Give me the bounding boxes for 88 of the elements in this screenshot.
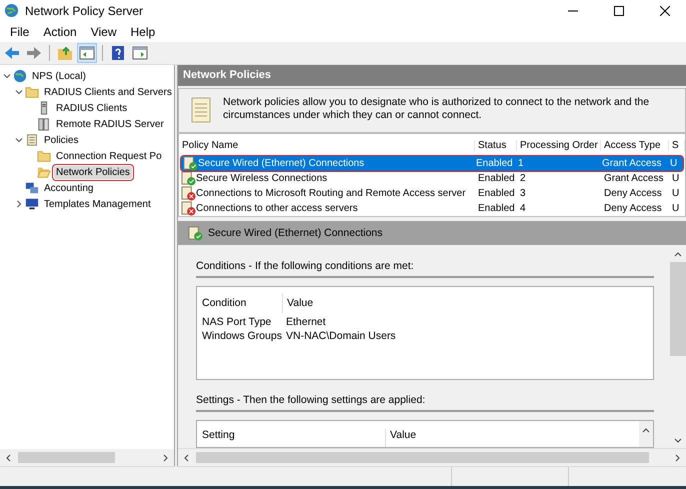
policy-row[interactable]: Secure Wired (Ethernet) Connections Enabled 1 Grant Access U [181, 156, 683, 171]
table-cell-text: Grant Access [601, 158, 662, 169]
table-cell-text: U [671, 173, 680, 184]
servers-icon [37, 117, 51, 131]
tree-item[interactable]: Accounting [42, 182, 96, 194]
policy-row[interactable]: Connections to other access servers Enabled 4 Deny Access U [179, 201, 685, 216]
policy-allowed-icon [183, 156, 198, 171]
column-header[interactable]: Status [475, 140, 517, 151]
section-heading: Settings - Then the following settings are applied: [196, 388, 654, 412]
section-heading: Conditions - If the following conditions are met: [196, 254, 654, 278]
table-cell-text: U [671, 203, 680, 214]
tree-item[interactable]: RADIUS Clients and Servers [42, 86, 174, 98]
maximize-icon[interactable] [614, 6, 624, 16]
table-cell-text: 2 [519, 173, 527, 184]
scroll-up-icon[interactable] [642, 427, 650, 435]
table-cell: Connections to Microsoft Routing and Remote Access server [196, 188, 466, 199]
pane-description: Network policies allow you to designate who is authorized to connect to the network and the circumstances under which they can or cannot connect. [223, 96, 650, 122]
tree-item[interactable]: NPS (Local) [30, 70, 88, 82]
policy-row[interactable]: Connections to Microsoft Routing and Remote Access server Enabled 3 Deny Access U [179, 186, 685, 201]
table-cell-text: 4 [519, 203, 527, 214]
panel-icon[interactable] [131, 44, 149, 62]
table-cell-text: Grant Access [603, 173, 664, 184]
table-cell-text: U [669, 158, 678, 169]
table-cell-text: 3 [519, 188, 527, 199]
policy-allowed-icon [181, 171, 196, 186]
chevron-icon[interactable] [15, 136, 23, 144]
table-cell-text: Enabled [475, 158, 514, 169]
scrollbar-thumb[interactable] [18, 452, 115, 463]
back-arrow-icon[interactable] [3, 44, 21, 62]
menu-item[interactable]: Help [124, 24, 162, 38]
table-cell-text: Deny Access [603, 188, 663, 199]
scroll-icon [189, 96, 213, 124]
tree-item[interactable]: RADIUS Clients [54, 102, 130, 114]
globe-icon [13, 69, 27, 83]
table-cell-text: 1 [517, 158, 525, 169]
folder-icon [25, 85, 39, 99]
table-cell: Secure Wireless Connections [196, 173, 328, 184]
column-header[interactable]: S [669, 140, 685, 151]
computers-icon [25, 181, 39, 195]
policy-row[interactable]: Secure Wireless Connections Enabled 2 Grant Access U [179, 171, 685, 186]
folder-icon [37, 149, 51, 163]
globe-icon [4, 3, 19, 18]
table-cell: Secure Wired (Ethernet) Connections [198, 158, 364, 169]
open-folder-icon [37, 165, 51, 179]
column-header[interactable]: Condition [197, 293, 283, 313]
menu-item[interactable]: View [84, 24, 124, 38]
menu-item[interactable]: File [3, 24, 36, 38]
table-cell-text: Enabled [477, 173, 516, 184]
chevron-icon[interactable] [15, 88, 23, 96]
scroll-icon [25, 133, 39, 147]
column-header[interactable]: Value [283, 297, 314, 309]
panel-icon[interactable] [78, 44, 96, 62]
chevron-icon[interactable] [15, 200, 23, 208]
column-header[interactable]: Processing Order [517, 140, 601, 151]
tree-item[interactable]: Remote RADIUS Server [54, 118, 166, 130]
folder-up-icon[interactable] [56, 44, 74, 62]
details-title: Secure Wired (Ethernet) Connections [208, 227, 382, 239]
column-header[interactable]: Policy Name [179, 140, 475, 151]
table-cell-text: Enabled [477, 188, 516, 199]
table-cell-text: Ethernet [285, 316, 326, 328]
policy-allowed-icon [188, 226, 203, 240]
table-cell-text: Deny Access [603, 203, 663, 214]
policy-denied-icon [181, 186, 196, 201]
table-cell-text: Windows Groups [201, 330, 282, 342]
scrollbar-thumb[interactable] [670, 262, 686, 356]
tree-item[interactable]: Templates Management [42, 198, 153, 210]
scroll-down-icon[interactable] [674, 436, 682, 444]
table-cell-text: Enabled [477, 203, 516, 214]
scroll-up-icon[interactable] [674, 251, 682, 259]
close-icon[interactable] [660, 6, 670, 16]
window-title: Network Policy Server [25, 4, 144, 18]
help-icon[interactable] [109, 44, 127, 62]
column-header[interactable]: Value [386, 429, 416, 441]
tree-item[interactable]: Network Policies [54, 166, 132, 178]
tree-item[interactable]: Policies [42, 134, 80, 146]
monitor-icon [25, 197, 39, 211]
table-cell: Connections to other access servers [196, 203, 358, 214]
column-header[interactable]: Setting [197, 429, 386, 447]
table-cell-text: NAS Port Type [201, 316, 272, 328]
chevron-icon[interactable] [3, 72, 11, 80]
scrollbar-thumb[interactable] [196, 452, 650, 463]
tree-item[interactable]: Connection Request Po [54, 150, 164, 162]
menu-item[interactable]: Action [36, 24, 84, 38]
forward-arrow-icon[interactable] [25, 44, 43, 62]
column-header[interactable]: Access Type [601, 140, 669, 151]
table-cell-text: VN-NAC\Domain Users [285, 330, 396, 342]
pane-header: Network Policies [178, 65, 686, 86]
table-cell-text: U [671, 188, 680, 199]
